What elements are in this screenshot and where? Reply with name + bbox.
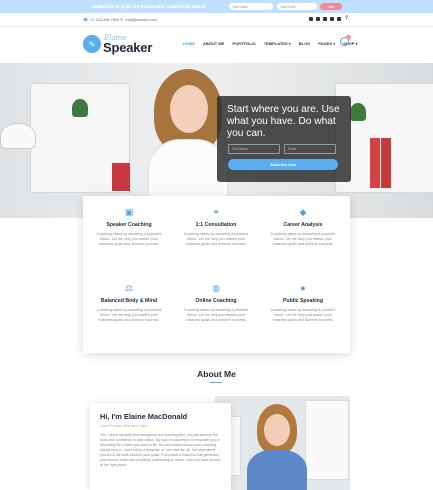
nav-blog[interactable]: BLOG	[299, 41, 311, 46]
logo-text[interactable]: Speaker	[103, 40, 152, 55]
desk-lamp	[0, 123, 36, 149]
phone-text: +1 123-456-7890	[89, 17, 120, 22]
email-text: mail@domain.com	[125, 17, 157, 22]
service-title: 1:1 Consultation	[195, 222, 237, 228]
service-title: Online Coaching	[195, 298, 237, 304]
nav-templates[interactable]: TEMPLATES ▾	[264, 41, 291, 46]
about-body: Yes, I know my stuff! And throughout our…	[100, 433, 221, 467]
map-pin-icon: ●	[300, 283, 306, 293]
contact-phone[interactable]: ☎ +1 123-456-7890	[83, 17, 119, 22]
first-name-input[interactable]: First Name	[228, 144, 280, 154]
service-item[interactable]: ◆ Career Analysis Coaching starts by dec…	[263, 208, 343, 248]
nav-home[interactable]: HOME	[183, 41, 195, 46]
subscribe-button[interactable]: Subscribe Now	[228, 159, 338, 170]
plant-right	[350, 103, 366, 121]
about-photo	[215, 396, 350, 490]
service-item[interactable]: ◍ Online Coaching Coaching starts by dec…	[176, 284, 256, 324]
subscribe-box: Start where you are. Use what you have. …	[217, 96, 351, 182]
instagram-icon[interactable]	[323, 16, 327, 21]
topbar-name-input[interactable]: Your Name	[229, 3, 273, 10]
social-links	[309, 16, 341, 21]
phone-icon: ☎	[83, 17, 88, 22]
search-icon[interactable]: ⚲	[345, 15, 349, 21]
service-item[interactable]: ▣ Speaker Coaching Coaching starts by de…	[89, 208, 169, 248]
handshake-icon: ⚭	[212, 207, 220, 217]
contact-email[interactable]: ✉ mail@domain.com	[120, 17, 157, 22]
about-card: Hi, I'm Elaine MacDonald Owner/Founder, …	[90, 403, 231, 490]
join-button[interactable]: Join	[320, 3, 342, 10]
announcement-bar: Subscribe to grab my Successful Leadersh…	[0, 0, 433, 13]
nav-portfolio[interactable]: PORTFOLIO	[232, 41, 255, 46]
graduation-cap-icon: ◆	[299, 207, 307, 217]
about-woman-photo	[247, 404, 307, 490]
contact-bar: ☎ +1 123-456-7890 ✉ mail@domain.com ⚲	[0, 13, 433, 26]
facebook-icon[interactable]	[309, 16, 313, 21]
service-title: Public Speaking	[282, 298, 324, 304]
main-nav: HOME ABOUT ME PORTFOLIO TEMPLATES ▾ BLOG…	[183, 41, 358, 46]
service-title: Speaker Coaching	[106, 222, 152, 228]
balance-scale-icon: ⚖	[124, 283, 134, 293]
youtube-icon[interactable]	[337, 16, 341, 21]
service-desc: Coaching starts by declaring a powerful …	[96, 232, 162, 247]
cta-title: Start where you are. Use what you have. …	[227, 104, 340, 139]
about-subtitle: Owner/Founder, Executive Coach	[100, 424, 148, 428]
services-card: ▣ Speaker Coaching Coaching starts by de…	[83, 196, 350, 353]
mail-icon: ✉	[120, 17, 124, 22]
service-title: Career Analysis	[283, 222, 323, 228]
about-heading: Hi, I'm Elaine MacDonald	[100, 412, 188, 421]
plant-left	[72, 99, 88, 117]
announcement-text: Subscribe to grab my Successful Leadersh…	[92, 4, 206, 9]
email-input[interactable]: Email	[284, 144, 336, 154]
twitter-icon[interactable]	[316, 16, 320, 21]
nav-about[interactable]: ABOUT ME	[203, 41, 224, 46]
service-desc: Coaching starts by declaring a powerful …	[270, 308, 336, 323]
nav-pages[interactable]: PAGES ▾	[318, 41, 335, 46]
red-box	[112, 163, 130, 191]
service-item[interactable]: ⚭ 1:1 Consultation Coaching starts by de…	[176, 208, 256, 248]
about-section-title: About Me	[197, 369, 236, 379]
service-desc: Coaching starts by declaring a powerful …	[96, 308, 162, 323]
red-binder	[381, 138, 391, 188]
service-desc: Coaching starts by declaring a powerful …	[183, 308, 249, 323]
title-underline	[210, 382, 222, 383]
linkedin-icon[interactable]	[330, 16, 334, 21]
logo-icon[interactable]: ✎	[83, 35, 101, 53]
service-title: Balanced Body & Mind	[100, 298, 158, 304]
cart-count-badge: 0	[346, 35, 351, 40]
service-item[interactable]: ⚖ Balanced Body & Mind Coaching starts b…	[89, 284, 169, 324]
service-item[interactable]: ● Public Speaking Coaching starts by dec…	[263, 284, 343, 324]
briefcase-icon: ▣	[124, 207, 134, 217]
topbar-email-input[interactable]: Your Email	[277, 3, 317, 10]
service-desc: Coaching starts by declaring a powerful …	[183, 232, 249, 247]
globe-icon: ◍	[212, 283, 220, 293]
red-binder	[370, 138, 380, 188]
service-desc: Coaching starts by declaring a powerful …	[270, 232, 336, 247]
